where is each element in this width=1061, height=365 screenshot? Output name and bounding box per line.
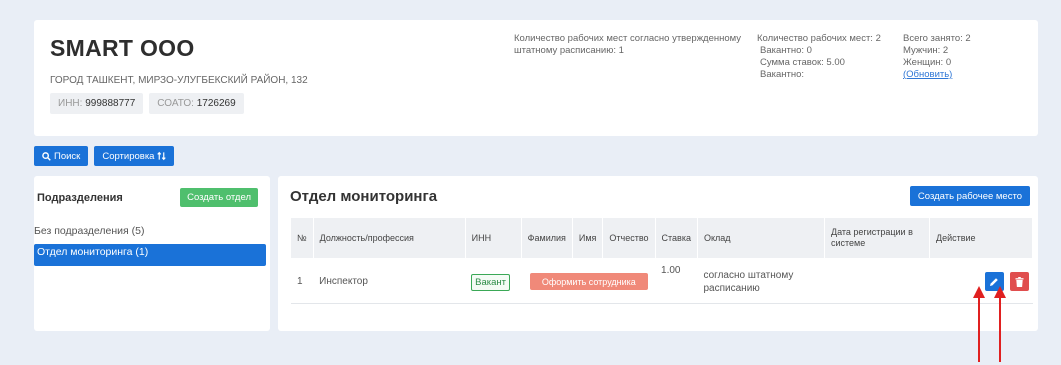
organization-ids: ИНН: 999888777 СОАТО: 1726269: [50, 93, 244, 114]
row-employee-cell: Вакант Оформить сотрудника: [465, 258, 656, 304]
column-header-rate: Ставка: [655, 218, 698, 258]
departments-title: Подразделения: [37, 191, 123, 204]
column-header-position: Должность/профессия: [313, 218, 466, 258]
column-header-actions: Действие: [929, 218, 1034, 258]
hire-employee-button[interactable]: Оформить сотрудника: [529, 273, 648, 290]
row-number: 1: [291, 258, 314, 304]
staff-stats: Всего занято: 2 Мужчин: 2 Женщин: 0 (Обн…: [903, 33, 971, 81]
column-header-name: Имя: [572, 218, 604, 258]
organization-card: SMART OOO ГОРОД ТАШКЕНТ, МИРЗО-УЛУГБЕКСК…: [34, 20, 1038, 136]
plan-stat-line: штатному расписанию: 1: [514, 45, 624, 56]
sort-button-label: Сортировка: [102, 150, 155, 162]
organization-address: ГОРОД ТАШКЕНТ, МИРЗО-УЛУГБЕКСКИЙ РАЙОН, …: [50, 75, 308, 86]
department-item-unassigned[interactable]: Без подразделения (5): [34, 222, 266, 241]
column-header-inn: ИНН: [465, 218, 522, 258]
inn-value: 999888777: [85, 98, 136, 109]
create-department-button[interactable]: Создать отдел: [180, 188, 258, 207]
workplace-stats: Количество рабочих мест: 2 Вакантно: 0 С…: [757, 33, 881, 81]
department-title: Отдел мониторинга: [290, 187, 438, 205]
column-header-number: №: [291, 218, 314, 258]
row-salary: согласно штатному расписанию: [697, 258, 825, 304]
staff-stat-line: Всего занято: 2: [903, 33, 971, 44]
search-button[interactable]: Поиск: [34, 146, 89, 166]
workplaces-panel: Отдел мониторинга Создать рабочее место …: [278, 176, 1038, 331]
table-row: 1 Инспектор Вакант Оформить сотрудника 1…: [291, 258, 1033, 304]
refresh-link[interactable]: (Обновить): [903, 69, 971, 81]
column-header-patronymic: Отчество: [602, 218, 656, 258]
workplace-stat-line: Сумма ставок: 5.00: [760, 57, 845, 68]
workplace-stat-line: Вакантно: 0: [760, 45, 812, 56]
row-position: Инспектор: [313, 258, 466, 304]
column-header-salary: Оклад: [697, 218, 825, 258]
create-workplace-button[interactable]: Создать рабочее место: [909, 186, 1030, 206]
staff-stat-line: Мужчин: 2: [903, 45, 949, 56]
workplace-stat-line: Количество рабочих мест: 2: [757, 33, 881, 44]
sort-button[interactable]: Сортировка: [94, 146, 175, 166]
soato-value: 1726269: [196, 98, 236, 109]
departments-list: Без подразделения (5) Отдел мониторинга …: [34, 222, 266, 266]
plan-stats: Количество рабочих мест согласно утвержд…: [514, 33, 741, 57]
inn-chip: ИНН: 999888777: [50, 93, 144, 114]
column-header-registration-date: Дата регистрации в системе: [824, 218, 930, 258]
row-rate: 1.00: [655, 258, 698, 304]
row-registration-date: [824, 258, 930, 304]
departments-header: Подразделения Создать отдел: [34, 188, 270, 207]
edit-button[interactable]: [984, 272, 1004, 292]
row-actions: [929, 258, 1033, 304]
inn-label: ИНН:: [58, 98, 83, 109]
soato-chip: СОАТО: 1726269: [149, 93, 244, 114]
departments-panel: Подразделения Создать отдел Без подразде…: [34, 176, 270, 331]
sort-arrows-icon: [157, 151, 167, 161]
vacant-badge: Вакант: [471, 273, 511, 291]
toolbar: Поиск Сортировка: [34, 146, 175, 166]
trash-icon: [1015, 276, 1023, 287]
workplaces-table: № Должность/профессия ИНН Фамилия Имя От…: [291, 218, 1034, 304]
column-header-surname: Фамилия: [521, 218, 573, 258]
delete-button[interactable]: [1009, 272, 1029, 292]
organization-name: SMART OOO: [50, 35, 195, 61]
workplaces-header: Отдел мониторинга Создать рабочее место: [290, 186, 1030, 206]
soato-label: СОАТО:: [157, 98, 194, 109]
pencil-icon: [990, 277, 999, 286]
search-button-label: Поиск: [54, 150, 81, 162]
staff-stat-line: Женщин: 0: [903, 57, 952, 68]
department-item-monitoring[interactable]: Отдел мониторинга (1): [34, 244, 266, 266]
workplace-stat-line: Вакантно:: [760, 69, 805, 80]
plan-stat-line: Количество рабочих мест согласно утвержд…: [514, 33, 742, 44]
search-icon: [42, 151, 51, 161]
table-header-row: № Должность/профессия ИНН Фамилия Имя От…: [291, 218, 1034, 258]
